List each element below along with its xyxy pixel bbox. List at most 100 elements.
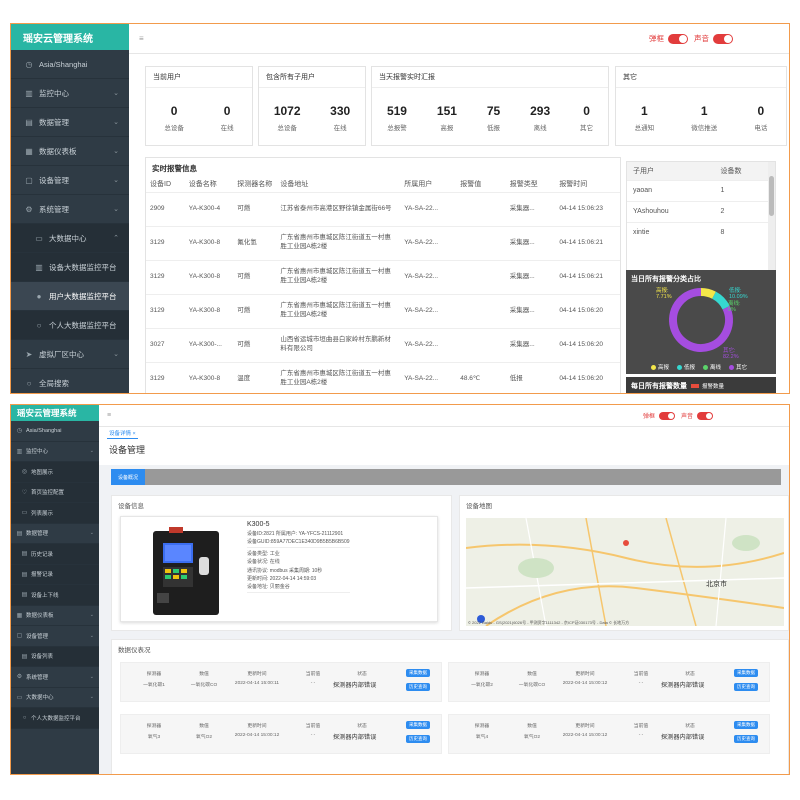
record-header: 探测器 <box>146 672 162 677</box>
sidebar-item-icon: ⚙ <box>25 204 33 214</box>
history-query-button[interactable]: 历史查询 <box>406 683 430 691</box>
sidebar-item-icon: ○ <box>22 714 27 721</box>
table-row[interactable]: YAshouhou 2 <box>627 200 775 222</box>
page-title: 设备管理 <box>109 445 146 455</box>
sidebar-item[interactable]: ▤ 设备列表 <box>11 646 99 667</box>
card-current-user: 当前用户 0 总设备 0 在线 <box>145 66 253 146</box>
sidebar-menu: ◷ Asia/Shanghai ▥ 监控中心 ⌄ ◎ 地图展示 ♡ 首页监控配置 ▭ 列表展示 ▤ 数据… <box>11 421 99 729</box>
sidebar-item[interactable]: ▭ 大数据中心 ⌃ <box>11 224 129 253</box>
legend-dot <box>651 364 656 370</box>
history-query-button[interactable]: 历史查询 <box>734 735 758 743</box>
sidebar-item[interactable]: ◷ Asia/Shanghai <box>11 50 129 79</box>
table-row[interactable]: 3129 YA-K300-8 温度 广东省惠州市惠城区陈江街道五一村惠胜工业园A栋2楼… <box>146 361 620 393</box>
popup-toggle[interactable] <box>658 411 675 420</box>
stat-value: 151 <box>436 104 457 118</box>
menu-toggle-icon[interactable]: ≡ <box>107 412 111 419</box>
stat-label: 低报 <box>487 125 500 132</box>
sidebar-item[interactable]: ▭ 列表展示 <box>11 503 99 524</box>
history-query-button[interactable]: 历史查询 <box>734 683 758 691</box>
card-title: 包含所有子用户 <box>259 67 365 88</box>
sub-user-panel: 子用户 设备数 yaoan 1 YAshouhou 2 xintie 8 <box>626 161 776 271</box>
sidebar-item[interactable]: ⚙ 系统管理 ⌄ <box>11 667 99 688</box>
table-cell: yaoan <box>627 179 715 201</box>
sidebar-item[interactable]: ▥ 监控中心 ⌄ <box>11 442 99 462</box>
stat-label: 总设备 <box>164 125 184 132</box>
table-cell <box>456 225 506 260</box>
record-value: 一氧化碳CO <box>190 683 218 688</box>
menu-toggle-icon[interactable]: ≡ <box>139 34 144 43</box>
popup-toggle[interactable] <box>668 33 688 44</box>
sidebar: 瑶安云管理系统 ◷ Asia/Shanghai ▥ 监控中心 ⌄ ▤ 数据管理 ⌄ ▦ 数据仪表板… <box>11 24 129 393</box>
sidebar-item[interactable]: ○ 个人大数据监控平台 <box>11 708 99 729</box>
sidebar-item[interactable]: ○ 全局搜索 <box>11 369 129 393</box>
device-map[interactable]: 北京市 © 2022 Baidu - GS(2021)6026号 - 甲测资字1… <box>466 518 784 626</box>
table-cell: YA-SA-22... <box>400 259 457 294</box>
sidebar-item-icon: ▦ <box>16 612 23 619</box>
table-row[interactable]: 3027 YA-K300-... 可燃 山西省运城市垣曲县白家岭村东鹏新材料有限公司 Y… <box>146 327 620 362</box>
page-header: 设备管理 <box>99 439 789 465</box>
sound-toggle[interactable] <box>713 33 733 44</box>
sidebar-item-label: 系统管理 <box>39 204 69 214</box>
record-value: - - <box>310 733 316 738</box>
record-header: 更新时间 <box>575 724 595 729</box>
sidebar-item[interactable]: ▦ 数据仪表板 ⌄ <box>11 606 99 626</box>
legend-label: 高报 <box>658 365 670 371</box>
record-value: 2022-04-14 15:00:12 <box>562 681 608 686</box>
table-cell: 采集器... <box>505 225 556 260</box>
donut-label-value: 0% <box>728 307 736 313</box>
donut-slice <box>711 291 730 310</box>
sidebar-item[interactable]: ▭ 大数据中心 ⌄ <box>11 688 99 708</box>
donut-chart <box>669 288 733 352</box>
history-query-button[interactable]: 历史查询 <box>406 735 430 743</box>
record-value: - - <box>638 733 644 738</box>
donut-label-name: 低报: <box>729 288 742 294</box>
table-row[interactable]: 3129 YA-K300-8 可燃 广东省惠州市惠城区陈江街道五一村惠胜工业园A栋2楼… <box>146 293 620 328</box>
sidebar-menu: ◷ Asia/Shanghai ▥ 监控中心 ⌄ ▤ 数据管理 ⌄ ▦ 数据仪表板 ⌄ ▢ 设备管理 ⌄ ⚙… <box>11 50 129 393</box>
sidebar-item[interactable]: ♡ 首页监控配置 <box>11 482 99 503</box>
daily-legend: 报警数量 <box>702 384 725 390</box>
sidebar-item[interactable]: ◎ 地图展示 <box>11 462 99 483</box>
sidebar-item-label: 数据管理 <box>26 531 49 538</box>
sidebar-item[interactable]: ▤ 历史记录 <box>11 544 99 565</box>
chevron-icon: ⌄ <box>89 448 94 455</box>
tab-device-overview[interactable]: 设备概况 <box>111 469 145 485</box>
collect-data-button[interactable]: 采集数据 <box>406 721 430 729</box>
sidebar-item[interactable]: ▤ 设备上下线 <box>11 585 99 606</box>
sidebar-item[interactable]: ▢ 设备管理 ⌄ <box>11 166 129 195</box>
sidebar-item[interactable]: ▤ 数据管理 ⌄ <box>11 108 129 137</box>
stat-item: 293 离线 <box>530 104 550 132</box>
collect-data-button[interactable]: 采集数据 <box>406 669 430 677</box>
sidebar-item[interactable]: ◷ Asia/Shanghai <box>11 421 99 442</box>
table-row[interactable]: 2909 YA-K300-4 可燃 江苏省泰州市高港区野徐镇金属街66号 YA-SA-2… <box>146 191 620 226</box>
table-cell: YA-K300-... <box>184 327 234 362</box>
stat-item: 519 总报警 <box>387 104 407 132</box>
column-header: 设备ID <box>150 180 171 188</box>
sidebar-item[interactable]: ▥ 设备大数据监控平台 <box>11 253 129 282</box>
table-row[interactable]: yaoan 1 <box>627 179 775 201</box>
table-row[interactable]: xintie 8 <box>627 221 775 243</box>
sound-toggle[interactable] <box>697 411 713 420</box>
card-stats: 1 总通知 1 微信推送 0 电话 <box>616 104 786 132</box>
table-row[interactable]: 3129 YA-K300-8 可燃 广东省惠州市惠城区陈江街道五一村惠胜工业园A栋2楼… <box>146 259 620 294</box>
sidebar-item[interactable]: ⚙ 系统管理 ⌄ <box>11 195 129 224</box>
sidebar-item[interactable]: ● 用户大数据监控平台 <box>11 282 129 311</box>
record-header: 当前值 <box>305 672 321 677</box>
donut-slice <box>700 288 716 299</box>
tab-device-detail[interactable]: 设备详情 × <box>107 428 138 439</box>
chevron-icon: ⌄ <box>113 351 119 358</box>
sidebar-item[interactable]: ▦ 数据仪表板 ⌄ <box>11 137 129 166</box>
device-info-line: 更新时间: 2022-04-14 14:59:03 <box>247 576 317 583</box>
table-row[interactable]: 3129 YA-K300-8 氟化氢 广东省惠州市惠城区陈江街道五一村惠胜工业园A栋2… <box>146 225 620 260</box>
column-header: 报警时间 <box>559 180 588 188</box>
sidebar-item[interactable]: ▢ 设备管理 ⌄ <box>11 626 99 647</box>
collect-data-button[interactable]: 采集数据 <box>734 669 758 677</box>
sidebar-item[interactable]: ➤ 虚拟厂区中心 ⌄ <box>11 340 129 369</box>
sidebar-item[interactable]: ▥ 监控中心 ⌄ <box>11 79 129 108</box>
donut-label-name: 其它: <box>723 348 736 354</box>
collect-data-button[interactable]: 采集数据 <box>734 721 758 729</box>
sidebar-item[interactable]: ▤ 数据管理 ⌄ <box>11 524 99 544</box>
sidebar-item[interactable]: ○ 个人大数据监控平台 <box>11 311 129 340</box>
data-record-card: 探测器 数值 更新时间 当前值 状态 一氧化碳1 一氧化碳CO 2022-04-14 15:0… <box>120 662 442 702</box>
sidebar-item[interactable]: ▤ 报警记录 <box>11 564 99 585</box>
scrollbar[interactable] <box>768 162 775 270</box>
